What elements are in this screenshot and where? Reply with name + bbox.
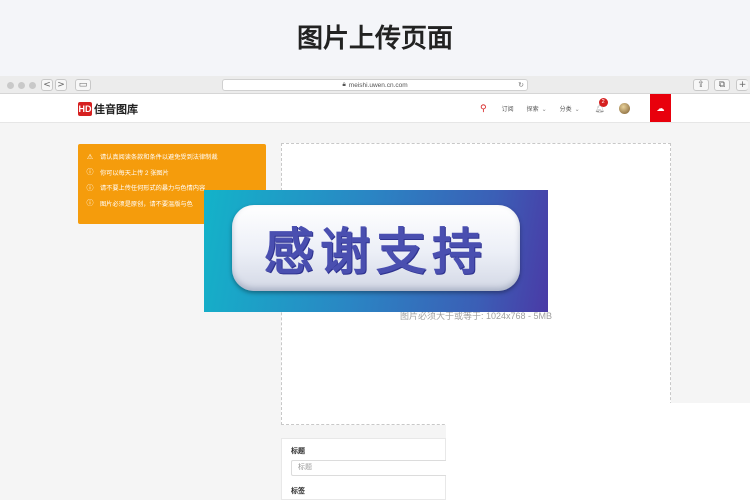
main-nav: ⚲ 订阅 探索 ⌄ 分类 ⌄ 🔔︎ 2 <box>480 94 630 122</box>
nav-explore-label: 探索 <box>526 106 539 113</box>
search-icon[interactable]: ⚲ <box>480 103 487 114</box>
logo-mark: HD <box>78 102 92 116</box>
notice-text: 你可以每天上传 2 张图片 <box>100 169 169 177</box>
page-heading: 图片上传页面 <box>0 0 750 72</box>
reload-icon[interactable]: ↻ <box>518 80 524 91</box>
tags-label: 标签 <box>291 488 305 495</box>
url-text: meishi.uwen.cn.com <box>348 81 408 89</box>
title-input[interactable]: 标题 <box>291 460 451 476</box>
zoom-window-dot[interactable] <box>29 82 36 89</box>
sidebar-toggle-icon[interactable]: ▭ <box>75 79 91 91</box>
thanks-overlay-banner: 感谢支持 <box>204 190 548 312</box>
blank-area <box>446 403 750 500</box>
forward-button[interactable]: > <box>55 79 67 91</box>
notice-item: ⚠ 请认真阅读条款和条件以避免受到法律制裁 <box>86 149 258 165</box>
site-logo[interactable]: HD 佳音图库 <box>78 101 138 117</box>
site-header: HD 佳音图库 ⚲ 订阅 探索 ⌄ 分类 ⌄ 🔔︎ 2 ☁ <box>0 94 750 123</box>
logo-text: 佳音图库 <box>94 103 138 116</box>
title-label: 标题 <box>291 448 305 455</box>
new-tab-button[interactable]: + <box>736 79 748 91</box>
nav-explore[interactable]: 探索 ⌄ <box>527 104 547 113</box>
browser-toolbar: < > ▭ 🔒︎ meishi.uwen.cn.com ↻ ⇪ ⧉ + <box>0 76 750 94</box>
chevron-down-icon: ⌄ <box>541 106 547 113</box>
notice-item: ⓘ 你可以每天上传 2 张图片 <box>86 165 258 181</box>
avatar[interactable] <box>618 102 630 114</box>
notification-badge: 2 <box>598 97 608 107</box>
address-bar[interactable]: 🔒︎ meishi.uwen.cn.com ↻ <box>222 79 528 91</box>
notice-text: 图片必须是原创，请不要温版与色 <box>100 200 193 208</box>
lock-icon: 🔒︎ <box>342 81 346 88</box>
back-button[interactable]: < <box>41 79 53 91</box>
info-icon: ⓘ <box>86 184 94 192</box>
notification-bell-icon[interactable]: 🔔︎ 2 <box>595 97 608 113</box>
cloud-upload-icon: ☁ <box>656 103 665 113</box>
nav-category[interactable]: 分类 ⌄ <box>560 104 580 113</box>
minimize-window-dot[interactable] <box>18 82 25 89</box>
chevron-down-icon: ⌄ <box>574 106 580 113</box>
thanks-plate: 感谢支持 <box>232 205 520 291</box>
tabs-icon[interactable]: ⧉ <box>714 79 730 91</box>
nav-category-label: 分类 <box>559 106 572 113</box>
thanks-text: 感谢支持 <box>264 223 488 281</box>
warning-icon: ⚠ <box>86 153 94 161</box>
notice-text: 请认真阅读条款和条件以避免受到法律制裁 <box>100 154 218 162</box>
info-icon: ⓘ <box>86 169 94 177</box>
upload-button[interactable]: ☁ <box>650 94 671 122</box>
close-window-dot[interactable] <box>7 82 14 89</box>
upload-form: 标题 标题 标签 <box>281 438 451 500</box>
share-icon[interactable]: ⇪ <box>693 79 709 91</box>
notice-text: 请不要上传任何形式的暴力与色情内容 <box>100 185 206 193</box>
info-icon: ⓘ <box>86 200 94 208</box>
nav-subscribe[interactable]: 订阅 <box>502 104 514 113</box>
